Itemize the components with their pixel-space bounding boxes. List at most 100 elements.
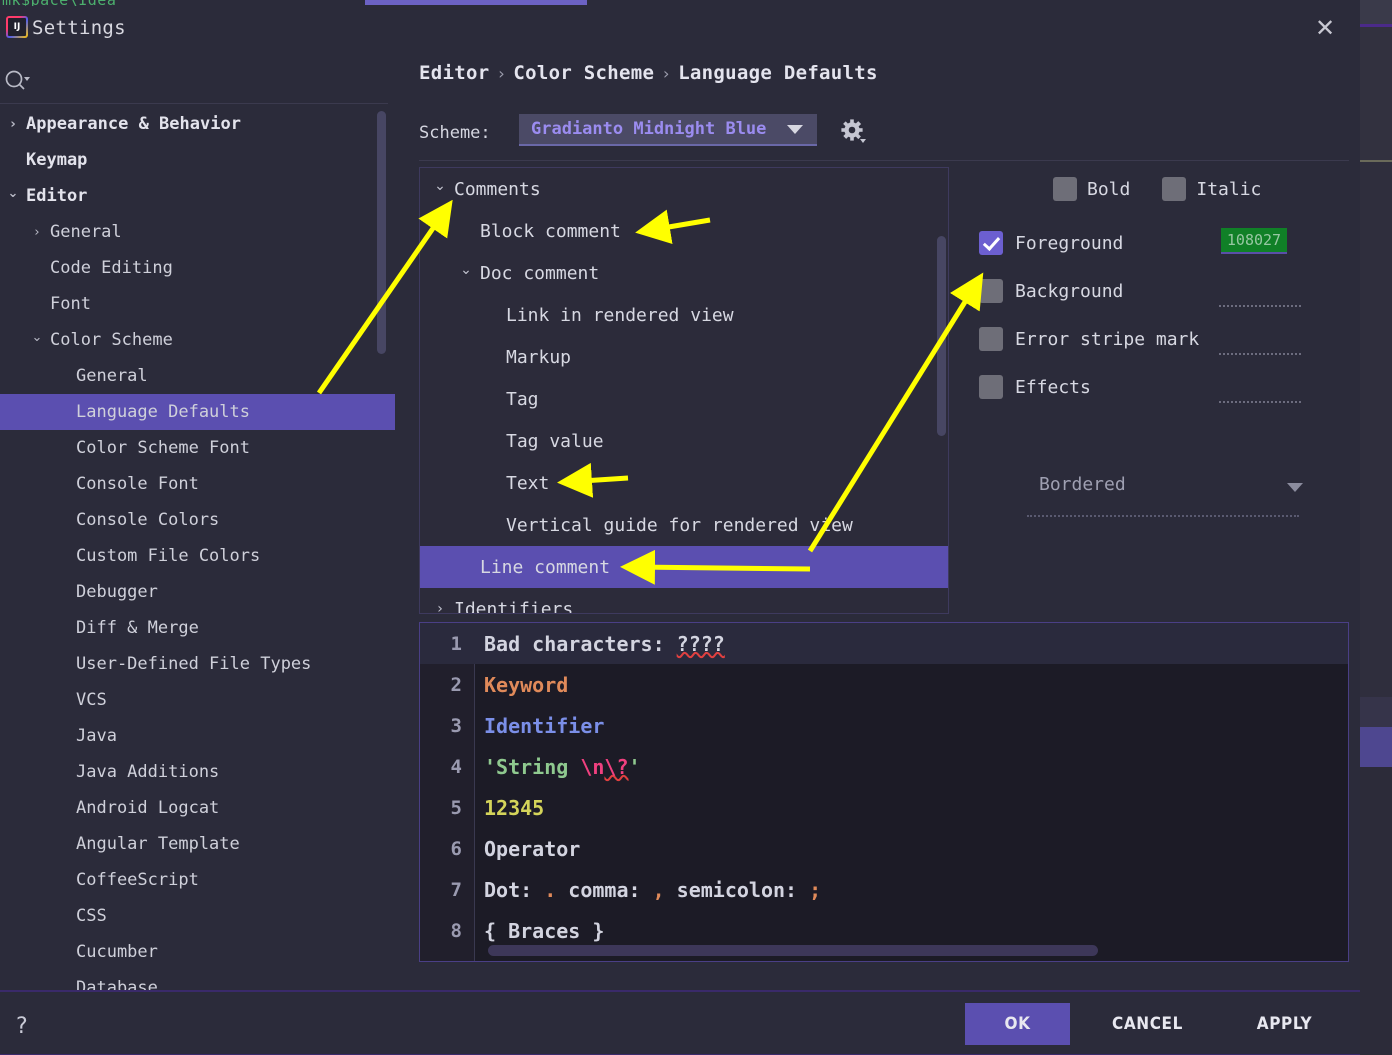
tree-row-label: Text [506, 472, 550, 494]
sidebar-item-appearance-behavior[interactable]: › Appearance & Behavior [0, 106, 395, 142]
breadcrumb-separator: › [661, 64, 672, 83]
sidebar-scrollbar[interactable] [377, 106, 386, 990]
sidebar-item-console-font[interactable]: Console Font [0, 466, 395, 502]
preview-code-text: Identifier [464, 714, 604, 738]
tree-row[interactable]: Text [420, 462, 948, 504]
background-color-placeholder[interactable] [1219, 305, 1301, 307]
preview-horizontal-scrollbar[interactable] [488, 945, 1098, 956]
search-icon[interactable] [4, 69, 30, 95]
bold-checkbox-item[interactable]: Bold [1053, 177, 1130, 201]
tree-row[interactable]: Vertical guide for rendered view [420, 504, 948, 546]
tree-row[interactable]: ⌄ Comments [420, 168, 948, 210]
code-token: 'String [484, 754, 581, 779]
sidebar-item-font[interactable]: Font [0, 286, 395, 322]
sidebar-item-vcs[interactable]: VCS [0, 682, 395, 718]
sidebar-item-database[interactable]: Database [0, 970, 395, 990]
tree-row[interactable]: ⌄ Doc comment [420, 252, 948, 294]
tree-scrollbar-thumb[interactable] [937, 236, 946, 436]
italic-checkbox[interactable] [1162, 177, 1187, 201]
sidebar-item-keymap[interactable]: Keymap [0, 142, 395, 178]
sidebar-item-color-scheme[interactable]: ⌄ Color Scheme [0, 322, 395, 358]
cancel-button[interactable]: CANCEL [1095, 1003, 1200, 1045]
sidebar-item-css[interactable]: CSS [0, 898, 395, 934]
color-keys-tree[interactable]: ⌄ Comments Block comment ⌄ Doc comment Link i… [419, 167, 949, 614]
effect-type-dropdown[interactable]: Bordered [1009, 467, 1309, 507]
sidebar-divider [0, 103, 388, 104]
background-label: Background [1015, 280, 1124, 302]
sidebar-item-console-colors[interactable]: Console Colors [0, 502, 395, 538]
effects-color-placeholder[interactable] [1219, 401, 1301, 403]
sidebar-item-code-editing[interactable]: Code Editing [0, 250, 395, 286]
tree-row[interactable]: Link in rendered view [420, 294, 948, 336]
chevron-right-icon[interactable]: › [430, 601, 450, 613]
sidebar-item-label: VCS [76, 690, 107, 710]
breadcrumb-part[interactable]: Editor [419, 62, 489, 84]
gear-icon[interactable] [839, 117, 869, 147]
sidebar-item-java-additions[interactable]: Java Additions [0, 754, 395, 790]
code-token: ; [809, 877, 822, 902]
sidebar-item-android-logcat[interactable]: Android Logcat [0, 790, 395, 826]
sidebar-item-label: Console Colors [76, 510, 220, 530]
sidebar-item-general[interactable]: General [0, 358, 395, 394]
sidebar-item-general[interactable]: › General [0, 214, 395, 250]
sidebar-item-angular-template[interactable]: Angular Template [0, 826, 395, 862]
breadcrumb-part[interactable]: Language Defaults [678, 62, 878, 84]
tree-row[interactable]: Tag value [420, 420, 948, 462]
background-checkbox[interactable] [979, 279, 1003, 303]
code-token: \n [580, 754, 605, 779]
code-token: \? [604, 754, 629, 779]
scheme-row: Scheme: Gradianto Midnight Blue [419, 114, 1349, 154]
breadcrumb-separator: › [496, 64, 507, 83]
foreground-color-swatch[interactable]: 108027 [1221, 228, 1287, 254]
sidebar-scrollbar-thumb[interactable] [377, 111, 386, 354]
sidebar-item-color-scheme-font[interactable]: Color Scheme Font [0, 430, 395, 466]
sidebar-item-label: General [76, 366, 148, 386]
sidebar-item-editor[interactable]: ⌄ Editor [0, 178, 395, 214]
error-stripe-mark-checkbox[interactable] [979, 327, 1003, 351]
sidebar-item-cucumber[interactable]: Cucumber [0, 934, 395, 970]
tree-row[interactable]: › Identifiers [420, 588, 948, 614]
scheme-dropdown[interactable]: Gradianto Midnight Blue [519, 114, 817, 146]
tree-row[interactable]: Line comment [420, 546, 948, 588]
chevron-down-icon[interactable]: ⌄ [456, 262, 476, 278]
code-preview[interactable]: 1 Bad characters: ???? 2 Keyword 3 Identifier… [419, 622, 1349, 962]
chevron-right-icon[interactable]: › [4, 117, 22, 132]
chevron-right-icon[interactable]: › [28, 225, 46, 240]
bold-checkbox[interactable] [1053, 177, 1077, 201]
code-token: comma: [556, 877, 653, 902]
chevron-down-icon[interactable]: ⌄ [430, 178, 450, 194]
sidebar-item-coffeescript[interactable]: CoffeeScript [0, 862, 395, 898]
tree-row[interactable]: Markup [420, 336, 948, 378]
apply-button[interactable]: APPLY [1232, 1003, 1337, 1045]
settings-sidebar[interactable]: › Appearance & Behavior Keymap ⌄ Editor › Gene… [0, 106, 395, 990]
effects-checkbox[interactable] [979, 375, 1003, 399]
bg-strip-toolbar [1360, 0, 1392, 24]
dialog-titlebar: Settings ✕ [0, 6, 1360, 50]
scheme-label: Scheme: [419, 123, 491, 143]
sidebar-item-custom-file-colors[interactable]: Custom File Colors [0, 538, 395, 574]
chevron-down-icon[interactable]: ⌄ [28, 330, 46, 345]
sidebar-item-label: Code Editing [50, 258, 173, 278]
line-number: 6 [450, 837, 462, 860]
sidebar-item-language-defaults[interactable]: Language Defaults [0, 394, 395, 430]
sidebar-item-label: Color Scheme Font [76, 438, 250, 458]
sidebar-item-java[interactable]: Java [0, 718, 395, 754]
error-stripe-color-placeholder[interactable] [1219, 353, 1301, 355]
sidebar-item-user-defined-file-types[interactable]: User-Defined File Types [0, 646, 395, 682]
tree-row[interactable]: Block comment [420, 210, 948, 252]
close-icon[interactable]: ✕ [1312, 16, 1338, 42]
preview-code-line: 7 Dot: . comma: , semicolon: ; [420, 869, 1348, 910]
preview-code-text: Dot: . comma: , semicolon: ; [464, 878, 821, 902]
settings-search-field[interactable] [0, 64, 395, 102]
preview-code-text: { Braces } [464, 919, 604, 943]
ok-button[interactable]: OK [965, 1003, 1070, 1045]
help-button[interactable]: ? [16, 1014, 28, 1039]
sidebar-item-diff-merge[interactable]: Diff & Merge [0, 610, 395, 646]
italic-checkbox-item[interactable]: Italic [1162, 177, 1261, 201]
tree-row[interactable]: Tag [420, 378, 948, 420]
sidebar-item-debugger[interactable]: Debugger [0, 574, 395, 610]
breadcrumb-part[interactable]: Color Scheme [513, 62, 654, 84]
chevron-down-icon[interactable]: ⌄ [4, 186, 22, 201]
foreground-checkbox[interactable] [979, 231, 1003, 255]
bg-strip-panel-a [1360, 27, 1392, 160]
